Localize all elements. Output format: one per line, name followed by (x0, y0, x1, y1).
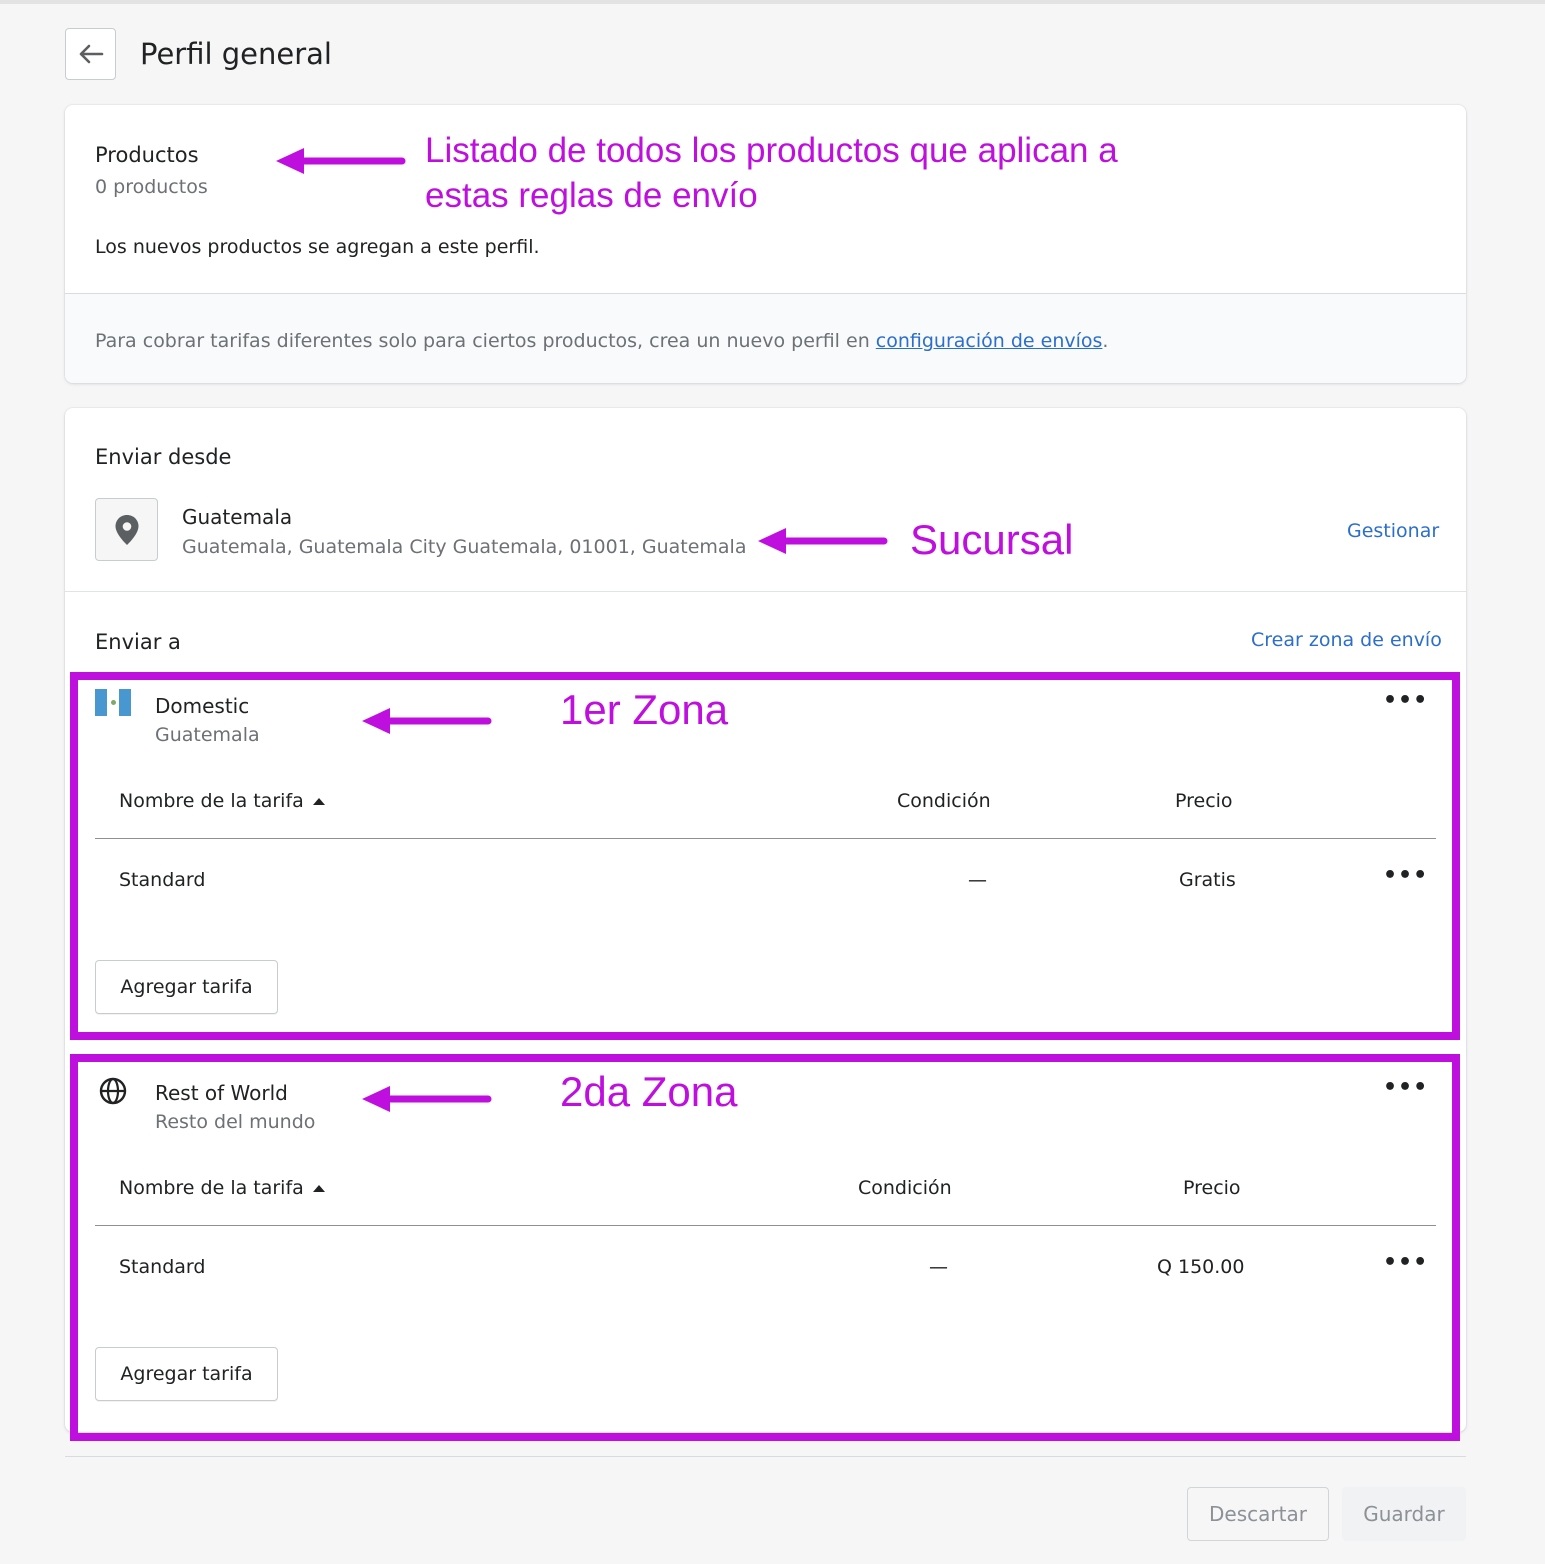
products-annotation-line1: Listado de todos los productos que aplic… (425, 131, 1118, 170)
annotation-arrows (276, 148, 888, 1112)
products-annotation-line2: estas reglas de envío (425, 176, 758, 215)
zone-2-annotation: 2da Zona (560, 1068, 738, 1115)
footer-divider (65, 1456, 1466, 1457)
zone-1-arrow-icon (362, 708, 492, 734)
products-arrow-icon (276, 148, 406, 174)
save-button[interactable]: Guardar (1342, 1487, 1466, 1541)
products-annotation: Listado de todos los productos que aplic… (425, 128, 1118, 218)
branch-arrow-icon (758, 528, 888, 554)
zone-1-annotation: 1er Zona (560, 686, 729, 733)
branch-annotation: Sucursal (910, 516, 1074, 563)
discard-button[interactable]: Descartar (1187, 1487, 1329, 1541)
zone-2-arrow-icon (362, 1086, 492, 1112)
